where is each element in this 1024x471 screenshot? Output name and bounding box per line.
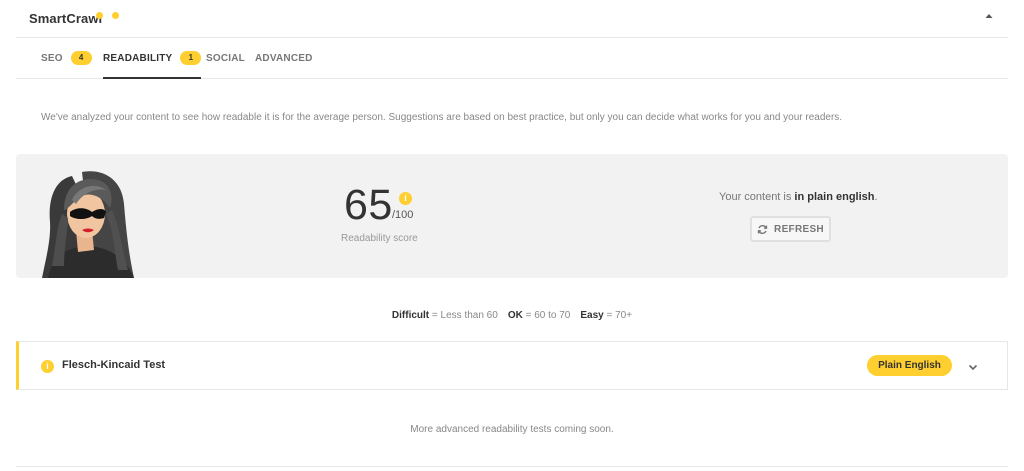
- caret-up-icon: [985, 14, 993, 18]
- legend-ok-label: OK: [507, 310, 523, 321]
- readability-score: 65 i /100 Readability score: [338, 180, 468, 250]
- tab-social[interactable]: SOCIAL: [206, 38, 245, 78]
- tab-readability-badge: 1: [180, 51, 202, 65]
- chevron-down-icon[interactable]: [967, 360, 979, 372]
- warning-info-icon: i: [41, 360, 54, 373]
- metabox-header: SmartCrawl: [16, 0, 1008, 38]
- refresh-button-label: REFRESH: [774, 223, 824, 235]
- score-legend: Difficult = Less than 60 OK = 60 to 70 Eas…: [0, 310, 1024, 321]
- legend-easy-value: = 70+: [603, 310, 633, 321]
- test-name: Flesch-Kincaid Test: [62, 359, 166, 371]
- refresh-icon: [757, 224, 768, 235]
- refresh-button[interactable]: REFRESH: [750, 216, 831, 242]
- status-emphasis: in plain english: [794, 191, 875, 203]
- tab-seo[interactable]: SEO 4: [41, 38, 92, 78]
- tab-seo-badge: 4: [70, 51, 92, 65]
- legend-difficult-value: = Less than 60: [429, 310, 498, 321]
- intro-description: We've analyzed your content to see how r…: [41, 112, 843, 123]
- legend-difficult-label: Difficult: [391, 310, 430, 321]
- tab-readability-label: READABILITY: [103, 52, 173, 64]
- tab-advanced-label: ADVANCED: [255, 52, 313, 64]
- test-result-badge: Plain English: [867, 355, 952, 376]
- readability-score-panel: 65 i /100 Readability score Your content…: [16, 154, 1008, 278]
- score-value: 65: [344, 181, 393, 229]
- tab-readability[interactable]: READABILITY 1: [103, 38, 202, 79]
- legend-ok-value: = 60 to 70: [522, 310, 571, 321]
- coming-soon-message: More advanced readability tests coming s…: [410, 424, 614, 435]
- status-dot-icon: [112, 12, 119, 19]
- mascot-avatar-icon: [42, 171, 134, 278]
- score-max: /100: [392, 209, 414, 221]
- legend-easy-label: Easy: [580, 310, 604, 321]
- status-dot-icon: [96, 12, 103, 19]
- tab-bar: SEO 4 READABILITY 1 SOCIAL ADVANCED: [16, 38, 1008, 79]
- tab-seo-label: SEO: [41, 52, 63, 64]
- smartcrawl-metabox: SmartCrawl SEO 4 READABILITY 1 SOCIAL AD…: [0, 0, 1024, 471]
- app-title: SmartCrawl: [29, 11, 103, 26]
- info-icon[interactable]: i: [399, 192, 412, 205]
- status-suffix: .: [874, 191, 878, 203]
- status-prefix: Your content is: [719, 191, 795, 203]
- flesch-kincaid-test-row[interactable]: i Flesch-Kincaid Test Plain English: [16, 341, 1008, 390]
- tab-advanced[interactable]: ADVANCED: [255, 38, 313, 78]
- metabox-footer: More advanced readability tests coming s…: [16, 391, 1008, 467]
- tab-social-label: SOCIAL: [206, 52, 245, 64]
- collapse-button[interactable]: [982, 8, 996, 24]
- score-label: Readability score: [341, 233, 418, 244]
- content-status-message: Your content is in plain english.: [719, 191, 878, 203]
